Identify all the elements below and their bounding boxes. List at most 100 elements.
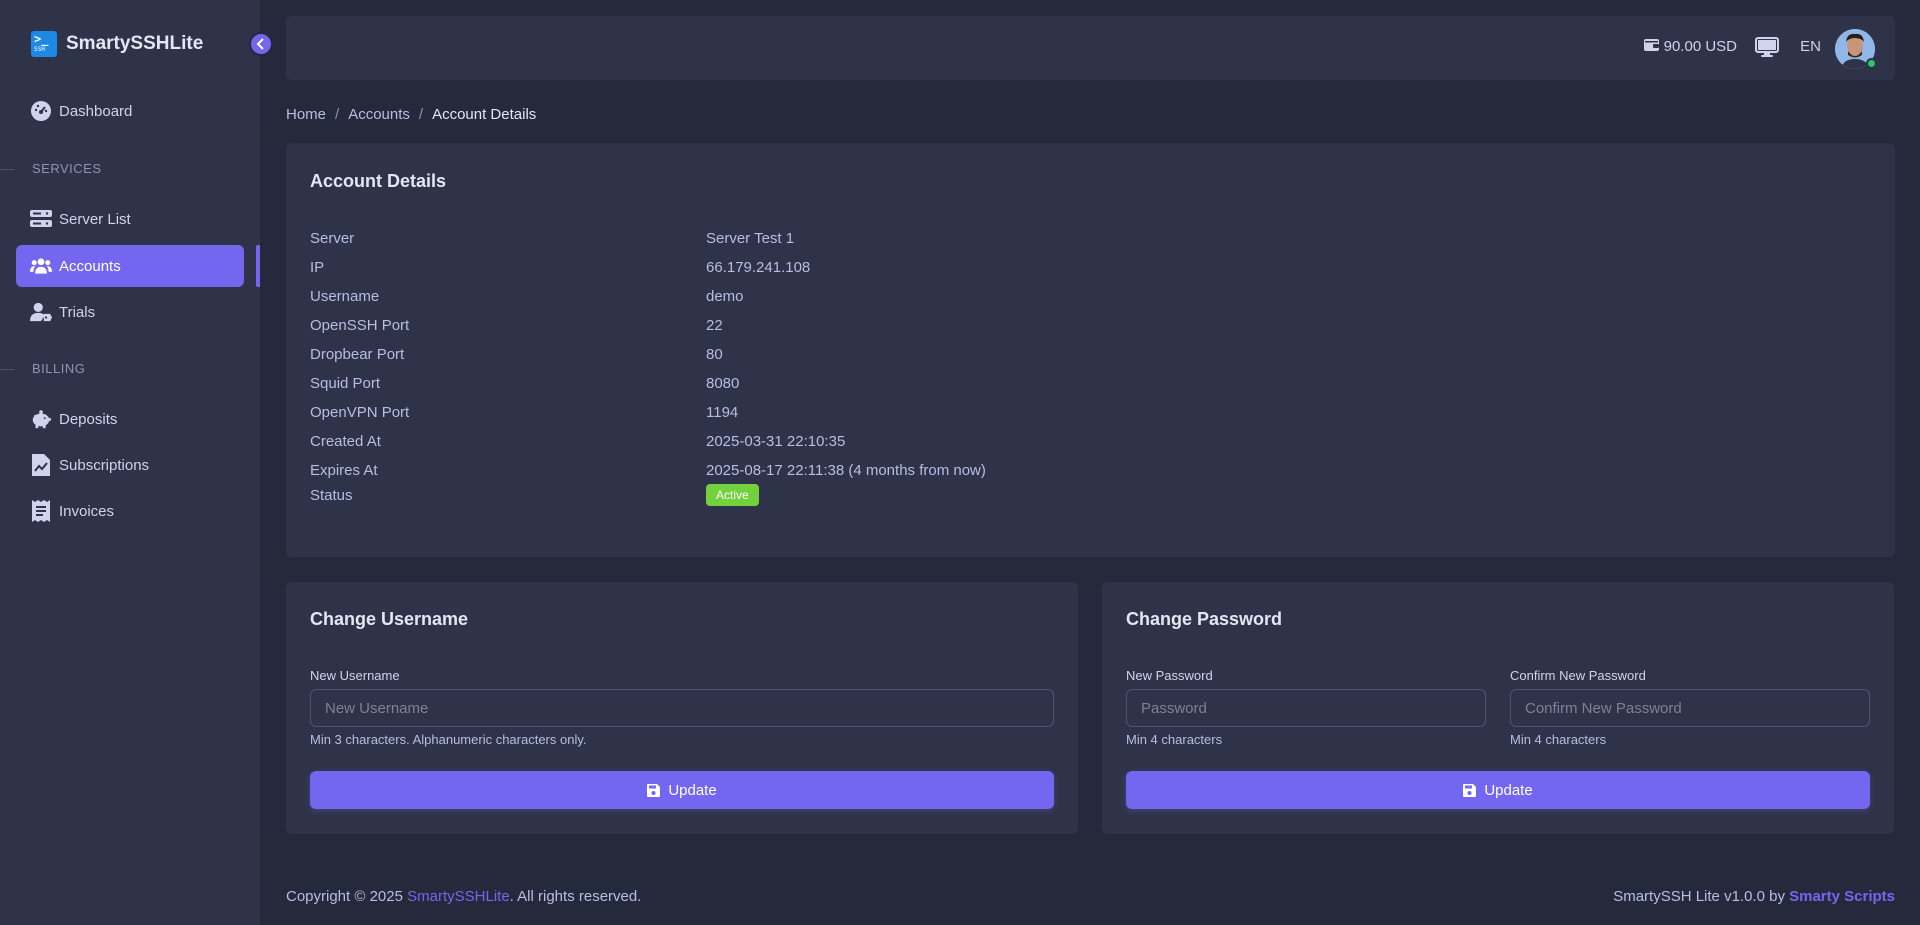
new-password-input[interactable] (1126, 689, 1486, 727)
new-password-label: New Password (1126, 668, 1213, 683)
detail-value: demo (706, 287, 744, 305)
user-tag-icon (30, 301, 52, 323)
copyright-suffix: . All rights reserved. (509, 888, 642, 905)
active-indicator (256, 245, 260, 287)
file-invoice-icon (30, 454, 52, 476)
sidebar-item-label: Invoices (59, 502, 115, 520)
copyright-link[interactable]: SmartySSHLite (407, 888, 510, 905)
sidebar-item-server-list[interactable]: Server List (16, 198, 244, 240)
sidebar-item-label: Accounts (59, 257, 121, 275)
username-hint: Min 3 characters. Alphanumeric character… (310, 732, 587, 747)
balance-display[interactable]: 90.00 USD (1643, 38, 1737, 55)
detail-value: 1194 (706, 403, 739, 421)
breadcrumb-separator: / (335, 106, 340, 123)
sidebar-item-deposits[interactable]: Deposits (16, 398, 244, 440)
piggy-bank-icon (30, 408, 52, 430)
save-icon (1463, 783, 1477, 797)
card-title: Account Details (310, 171, 447, 191)
change-username-card: Change Username New Username Min 3 chara… (286, 582, 1078, 834)
detail-label: OpenVPN Port (310, 403, 410, 421)
online-status-dot (1866, 58, 1877, 69)
sidebar-item-label: Deposits (59, 410, 118, 428)
sidebar-item-label: Trials (59, 303, 96, 321)
detail-label: Dropbear Port (310, 345, 405, 363)
detail-row: Expires At 2025-08-17 22:11:38 (4 months … (310, 458, 1710, 482)
brand-logo: >_ SSH (31, 31, 57, 57)
brand[interactable]: >_ SSH SmartySSHLite (31, 30, 203, 58)
account-details-card: Account Details Server Server Test 1 IP 66.… (286, 143, 1895, 557)
language-switcher[interactable]: EN (1800, 38, 1821, 55)
new-username-label: New Username (310, 668, 400, 683)
section-divider (0, 169, 14, 170)
detail-row-status: Status Active (310, 483, 1710, 507)
footer-copyright: Copyright © 2025 SmartySSHLite. All righ… (286, 888, 641, 905)
receipt-icon (30, 500, 52, 522)
detail-label: Squid Port (310, 374, 381, 392)
detail-row: Dropbear Port 80 (310, 342, 1710, 366)
sidebar-item-dashboard[interactable]: Dashboard (16, 90, 244, 132)
detail-label: OpenSSH Port (310, 316, 410, 334)
sidebar-item-invoices[interactable]: Invoices (16, 490, 244, 532)
dashboard-icon (30, 100, 52, 122)
author-link[interactable]: Smarty Scripts (1789, 888, 1895, 905)
confirm-password-input[interactable] (1510, 689, 1870, 727)
version-prefix: SmartySSH Lite v1.0.0 by (1613, 888, 1790, 905)
status-badge: Active (706, 484, 759, 506)
breadcrumb-separator: / (418, 106, 424, 123)
card-title: Change Username (310, 609, 469, 629)
chevron-left-icon (256, 38, 264, 50)
detail-label: Status (310, 486, 353, 504)
save-icon (647, 783, 661, 797)
breadcrumb-accounts[interactable]: Accounts (348, 106, 410, 123)
detail-value: 8080 (706, 374, 740, 392)
breadcrumb-home[interactable]: Home (286, 106, 326, 123)
detail-label: Expires At (310, 461, 378, 479)
brand-logo-line2: SSH (34, 46, 45, 53)
detail-value: 66.179.241.108 (706, 258, 811, 276)
brand-name: SmartySSHLite (66, 33, 204, 54)
section-label-services: SERVICES (32, 161, 102, 176)
theme-switcher-button[interactable] (1755, 36, 1779, 62)
detail-value: 80 (706, 345, 723, 363)
detail-row: Squid Port 8080 (310, 371, 1710, 395)
confirm-password-label: Confirm New Password (1510, 668, 1646, 683)
collapse-sidebar-button[interactable] (249, 32, 273, 56)
detail-label: Created At (310, 432, 381, 450)
detail-row: Created At 2025-03-31 22:10:35 (310, 429, 1710, 453)
monitor-icon (1755, 37, 1779, 57)
update-username-button[interactable]: Update (310, 771, 1054, 809)
users-icon (30, 255, 52, 277)
copyright-prefix: Copyright © 2025 (286, 888, 408, 905)
section-label-billing: BILLING (32, 361, 86, 376)
top-navbar: 90.00 USD EN (286, 16, 1895, 80)
detail-label: Username (310, 287, 380, 305)
brand-logo-line1: >_ (34, 32, 49, 46)
footer-version: SmartySSH Lite v1.0.0 by Smarty Scripts (1613, 888, 1895, 905)
sidebar-item-accounts[interactable]: Accounts (16, 245, 244, 287)
detail-value: 2025-08-17 22:11:38 (4 months from now) (706, 461, 986, 479)
detail-row: Server Server Test 1 (310, 226, 1710, 250)
detail-row: Username demo (310, 284, 1710, 308)
new-username-input[interactable] (310, 689, 1054, 727)
section-divider (0, 369, 14, 370)
breadcrumb-current: Account Details (432, 106, 537, 123)
button-label: Update (1484, 781, 1533, 799)
password-hint: Min 4 characters (1126, 732, 1223, 747)
balance-amount: 90.00 USD (1663, 38, 1737, 55)
detail-value: 22 (706, 316, 723, 334)
sidebar-item-label: Subscriptions (59, 456, 150, 474)
server-icon (30, 208, 52, 230)
button-label: Update (668, 781, 717, 799)
detail-value: Server Test 1 (706, 229, 795, 247)
detail-row: OpenSSH Port 22 (310, 313, 1710, 337)
detail-row: IP 66.179.241.108 (310, 255, 1710, 279)
wallet-icon (1643, 38, 1659, 55)
update-password-button[interactable]: Update (1126, 771, 1870, 809)
sidebar: >_ SSH SmartySSHLite Dashboard SERVICES … (0, 0, 260, 925)
sidebar-item-subscriptions[interactable]: Subscriptions (16, 444, 244, 486)
change-password-card: Change Password New Password Min 4 chara… (1102, 582, 1894, 834)
card-title: Change Password (1126, 609, 1283, 629)
sidebar-item-trials[interactable]: Trials (16, 291, 244, 333)
breadcrumb: Home / Accounts / Account Details (286, 106, 536, 123)
sidebar-item-label: Server List (59, 210, 131, 228)
